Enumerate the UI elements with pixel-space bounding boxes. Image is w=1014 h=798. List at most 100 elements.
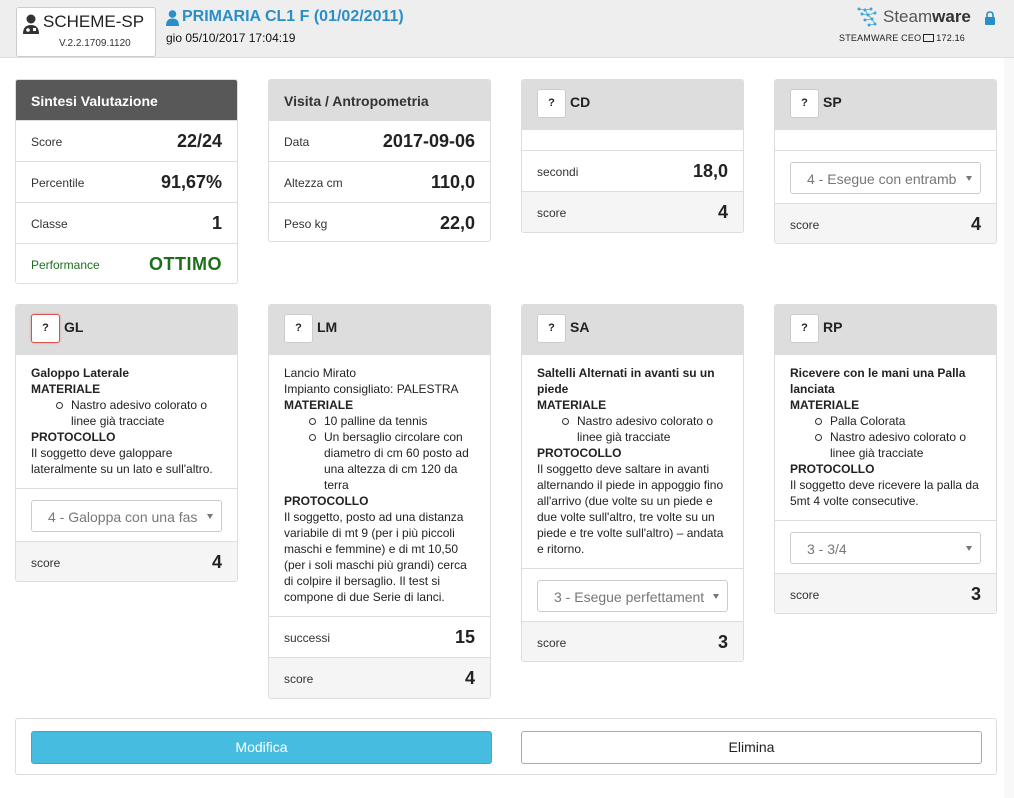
score-label: Score (31, 135, 63, 149)
gl-header: ? GL (16, 305, 237, 355)
lm-subtitle: Impianto consigliato: PALESTRA (284, 382, 459, 396)
classe-row: Classe 1 (16, 203, 237, 244)
sa-help-button[interactable]: ? (537, 314, 566, 343)
rp-description: Ricevere con le mani una Palla lanciata … (775, 355, 996, 521)
app-logo[interactable]: SCHEME-SP V.2.2.1709.1120 (16, 7, 156, 57)
lm-material-list: 10 palline da tennis Un bersaglio circol… (309, 413, 475, 493)
cd-spacer (522, 130, 743, 151)
elimina-button[interactable]: Elimina (521, 731, 982, 764)
user-info: STEAMWARE CEO 172.16 (839, 33, 966, 43)
sp-select[interactable]: 4 - Esegue con entrambi (790, 162, 981, 194)
lm-metric-label: successi (284, 631, 331, 645)
monitor-icon (923, 34, 935, 42)
visita-header: Visita / Antropometria (269, 80, 490, 121)
action-bar: Modifica Elimina (15, 718, 997, 775)
cd-metric-value: 18,0 (692, 161, 728, 181)
gl-protocol-heading: PROTOCOLLO (31, 430, 116, 444)
sa-material-list: Nastro adesivo colorato o linee già trac… (562, 413, 728, 445)
sa-code: SA (570, 319, 590, 335)
list-item: Nastro adesivo colorato o linee già trac… (562, 413, 728, 445)
gl-title: Galoppo Laterale (31, 366, 130, 380)
sp-score-row: score 4 (775, 204, 996, 243)
cd-score-row: score 4 (522, 192, 743, 232)
classe-value: 1 (211, 213, 222, 233)
brand-logo: Steamware (855, 7, 1005, 31)
gl-code: GL (64, 319, 84, 335)
cd-metric-row: secondi 18,0 (522, 151, 743, 192)
doctor-icon (23, 14, 39, 34)
rp-score-label: score (790, 588, 820, 602)
chevron-down-icon (966, 176, 972, 181)
sa-select[interactable]: 3 - Esegue perfettamente (537, 580, 728, 612)
sa-protocol-heading: PROTOCOLLO (537, 446, 622, 460)
cd-score-label: score (537, 206, 567, 220)
cd-score-value: 4 (717, 202, 728, 222)
lm-protocol-heading: PROTOCOLLO (284, 494, 369, 508)
gl-score-row: score 4 (16, 542, 237, 581)
sp-score-value: 4 (970, 214, 981, 234)
cd-help-button[interactable]: ? (537, 89, 566, 118)
sp-help-button[interactable]: ? (790, 89, 819, 118)
score-value: 22/24 (176, 131, 222, 151)
gl-help-button[interactable]: ? (31, 314, 60, 343)
app-name: SCHEME-SP (43, 12, 145, 31)
gl-score-value: 4 (211, 552, 222, 572)
gl-material-heading: MATERIALE (31, 382, 101, 396)
rp-help-button[interactable]: ? (790, 314, 819, 343)
lm-help-button[interactable]: ? (284, 314, 313, 343)
rp-title: Ricevere con le mani una Palla lanciata (790, 366, 966, 396)
gl-panel: ? GL Galoppo Laterale MATERIALE Nastro a… (15, 304, 238, 582)
cd-metric-label: secondi (537, 165, 579, 179)
data-value: 2017-09-06 (382, 131, 475, 151)
sa-header: ? SA (522, 305, 743, 355)
sa-material-heading: MATERIALE (537, 398, 607, 412)
rp-select-value: 3 - 3/4 (807, 541, 847, 557)
altezza-value: 110,0 (430, 172, 475, 192)
rp-material-heading: MATERIALE (790, 398, 860, 412)
scrollbar[interactable] (1004, 58, 1014, 798)
gl-material-list: Nastro adesivo colorato o linee già trac… (56, 397, 222, 429)
sintesi-title: Sintesi Valutazione (31, 93, 158, 109)
sp-spacer (775, 130, 996, 151)
modifica-button[interactable]: Modifica (31, 731, 492, 764)
data-label: Data (284, 135, 310, 149)
sp-header: ? SP (775, 80, 996, 130)
rp-panel: ? RP Ricevere con le mani una Palla lanc… (774, 304, 997, 614)
rp-score-row: score 3 (775, 574, 996, 613)
score-row: Score 22/24 (16, 121, 237, 162)
classe-label: Classe (31, 217, 68, 231)
sintesi-header: Sintesi Valutazione (16, 80, 237, 121)
sp-panel: ? SP 4 - Esegue con entrambi score 4 (774, 79, 997, 244)
rp-select-row: 3 - 3/4 (775, 521, 996, 574)
cd-panel: ? CD secondi 18,0 score 4 (521, 79, 744, 233)
sa-score-label: score (537, 636, 567, 650)
rp-score-value: 3 (970, 584, 981, 604)
chevron-down-icon (207, 514, 213, 519)
rp-select[interactable]: 3 - 3/4 (790, 532, 981, 564)
lm-description: Lancio Mirato Impianto consigliato: PALE… (269, 355, 490, 617)
chevron-down-icon (966, 546, 972, 551)
user-icon (166, 10, 179, 26)
sa-select-value: 3 - Esegue perfettamente (554, 589, 704, 605)
sa-protocol-text: Il soggetto deve saltare in avanti alter… (537, 462, 724, 556)
sa-select-row: 3 - Esegue perfettamente (522, 569, 743, 622)
sa-score-row: score 3 (522, 622, 743, 661)
sa-title: Saltelli Alternati in avanti su un piede (537, 366, 715, 396)
lock-icon[interactable] (984, 11, 996, 25)
gl-select[interactable]: 4 - Galoppa con una fase (31, 500, 222, 532)
percentile-value: 91,67% (160, 172, 222, 192)
sa-description: Saltelli Alternati in avanti su un piede… (522, 355, 743, 569)
list-item: Palla Colorata (815, 413, 981, 429)
visita-title: Visita / Antropometria (284, 93, 429, 109)
lm-score-label: score (284, 672, 314, 686)
lm-header: ? LM (269, 305, 490, 355)
lm-code: LM (317, 319, 338, 335)
list-item: 10 palline da tennis (309, 413, 475, 429)
patient-name[interactable]: PRIMARIA CL1 F (01/02/2011) (182, 8, 404, 26)
list-item: Un bersaglio circolare con diametro di c… (309, 429, 475, 493)
peso-row: Peso kg 22,0 (269, 203, 490, 241)
app-header: SCHEME-SP V.2.2.1709.1120 PRIMARIA CL1 F… (0, 0, 1014, 58)
lm-protocol-text: Il soggetto, posto ad una distanza varia… (284, 510, 467, 604)
visit-datetime: gio 05/10/2017 17:04:19 (166, 31, 296, 45)
gl-protocol-text: Il soggetto deve galoppare lateralmente … (31, 446, 213, 476)
